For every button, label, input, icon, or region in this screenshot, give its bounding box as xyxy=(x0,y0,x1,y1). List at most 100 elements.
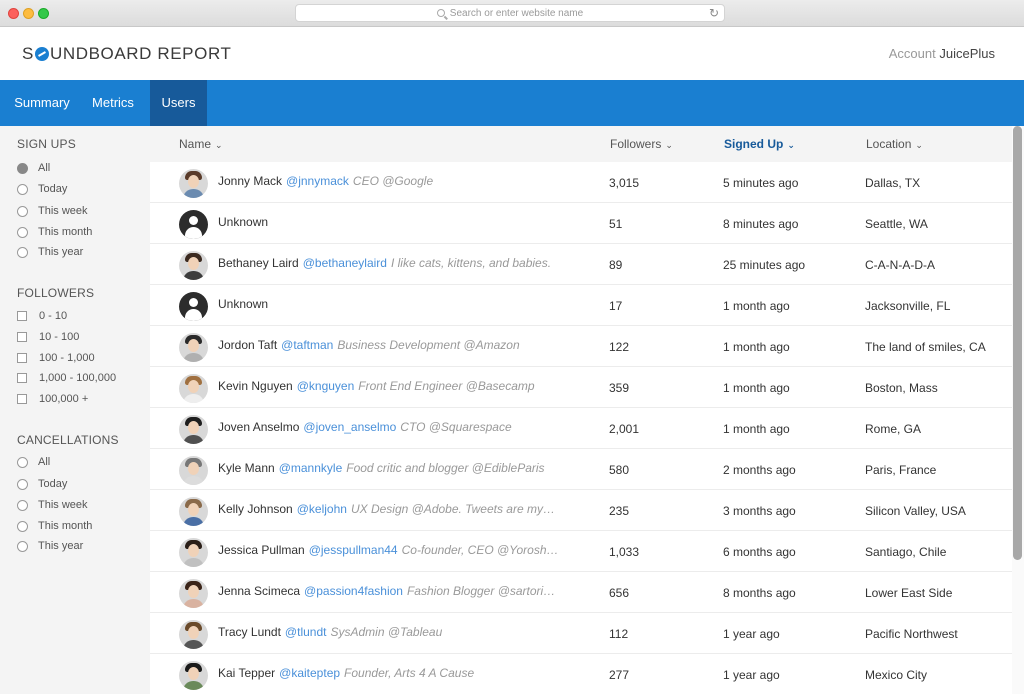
user-handle-link[interactable]: @passion4fashion xyxy=(304,584,403,598)
radio[interactable] xyxy=(17,456,28,468)
followers-option-1000-100000[interactable]: 1,000 - 100,000 xyxy=(17,372,116,384)
table-row[interactable]: Jonny Mack @jnnymack CEO @Google 3,015 5 min… xyxy=(150,162,1012,203)
user-name: Jessica Pullman xyxy=(218,543,305,557)
signups-option-all[interactable]: All xyxy=(17,162,50,174)
signups-option-today[interactable]: Today xyxy=(17,183,67,195)
avatar xyxy=(179,497,208,526)
users-table-header: Name ⌄ Followers ⌄ Signed Up ⌄ Location ⌄ xyxy=(150,126,1012,162)
table-row[interactable]: Bethaney Laird @bethaneylaird I like cats,… xyxy=(150,244,1012,285)
user-handle-link[interactable]: @kaiteptep xyxy=(279,666,340,680)
radio[interactable] xyxy=(17,205,28,217)
checkbox[interactable] xyxy=(17,353,27,363)
table-row[interactable]: Jordon Taft @taftman Business Development … xyxy=(150,326,1012,367)
user-handle-link[interactable]: @jnnymack xyxy=(286,174,349,188)
cancellations-option-this-year[interactable]: This year xyxy=(17,540,83,552)
scrollbar-thumb[interactable] xyxy=(1013,126,1022,560)
user-cell: Unknown xyxy=(218,215,598,229)
signed-up-time: 8 minutes ago xyxy=(723,217,799,231)
account-label: Account xyxy=(888,46,936,61)
location: Seattle, WA xyxy=(865,217,928,231)
signed-up-time: 1 month ago xyxy=(723,422,790,436)
radio[interactable] xyxy=(17,499,28,511)
user-cell: Bethaney Laird @bethaneylaird I like cats,… xyxy=(218,256,598,270)
cancellations-option-today[interactable]: Today xyxy=(17,478,67,490)
table-row[interactable]: Jenna Scimeca @passion4fashion Fashion Blo… xyxy=(150,572,1012,613)
followers-option-100-1000[interactable]: 100 - 1,000 xyxy=(17,352,95,364)
table-row[interactable]: Tracy Lundt @tlundt SysAdmin @Tableau 112 1 … xyxy=(150,613,1012,654)
signed-up-time: 1 month ago xyxy=(723,340,790,354)
user-cell: Kelly Johnson @keljohn UX Design @Adobe. T… xyxy=(218,502,598,516)
minimize-window-button[interactable] xyxy=(23,8,34,19)
signups-option-this-week[interactable]: This week xyxy=(17,205,88,217)
checkbox[interactable] xyxy=(17,394,27,404)
user-bio: Fashion Blogger @sartori… xyxy=(406,584,556,598)
column-header-name[interactable]: Name ⌄ xyxy=(179,137,223,151)
logo-prefix: S xyxy=(22,44,34,63)
signups-option-this-year[interactable]: This year xyxy=(17,246,83,258)
account-name: JuicePlus xyxy=(939,46,995,61)
radio[interactable] xyxy=(17,226,28,238)
tab-summary[interactable]: Summary xyxy=(0,80,84,126)
user-handle-link[interactable]: @mannkyle xyxy=(279,461,343,475)
app-logo[interactable]: S UNDBOARD REPORT xyxy=(22,44,232,64)
tab-metrics[interactable]: Metrics xyxy=(84,80,142,126)
radio[interactable] xyxy=(17,520,28,532)
tab-users[interactable]: Users xyxy=(150,80,207,126)
address-bar[interactable]: Search or enter website name ↻ xyxy=(295,4,725,22)
table-row[interactable]: Kelly Johnson @keljohn UX Design @Adobe. T… xyxy=(150,490,1012,531)
users-table-body: Jonny Mack @jnnymack CEO @Google 3,015 5 min… xyxy=(150,162,1012,694)
table-row[interactable]: Kai Tepper @kaiteptep Founder, Arts 4 A Ca… xyxy=(150,654,1012,694)
user-name: Tracy Lundt xyxy=(218,625,281,639)
user-handle-link[interactable]: @tlundt xyxy=(285,625,327,639)
table-row[interactable]: Unknown 51 8 minutes ago Seattle, WA xyxy=(150,203,1012,244)
avatar xyxy=(179,415,208,444)
user-cell: Tracy Lundt @tlundt SysAdmin @Tableau xyxy=(218,625,598,639)
table-row[interactable]: Unknown 17 1 month ago Jacksonville, FL xyxy=(150,285,1012,326)
cancellations-option-all[interactable]: All xyxy=(17,456,50,468)
user-handle-link[interactable]: @bethaneylaird xyxy=(303,256,387,270)
avatar xyxy=(179,661,208,690)
user-bio: CTO @Squarespace xyxy=(400,420,512,434)
radio[interactable] xyxy=(17,246,28,258)
maximize-window-button[interactable] xyxy=(38,8,49,19)
checkbox[interactable] xyxy=(17,311,27,321)
radio-selected[interactable] xyxy=(17,162,28,174)
user-handle-link[interactable]: @taftman xyxy=(281,338,333,352)
user-handle-link[interactable]: @joven_anselmo xyxy=(303,420,396,434)
user-handle-link[interactable]: @jesspullman44 xyxy=(309,543,398,557)
followers-option-100000-plus[interactable]: 100,000 + xyxy=(17,393,88,405)
checkbox[interactable] xyxy=(17,373,27,383)
followers-option-0-10[interactable]: 0 - 10 xyxy=(17,310,67,322)
cancellations-option-this-month[interactable]: This month xyxy=(17,520,92,532)
column-header-signed-up[interactable]: Signed Up ⌄ xyxy=(724,137,795,151)
table-row[interactable]: Kyle Mann @mannkyle Food critic and blogge… xyxy=(150,449,1012,490)
default-user-icon xyxy=(179,292,208,321)
avatar xyxy=(179,579,208,608)
user-handle-link[interactable]: @keljohn xyxy=(297,502,347,516)
column-header-location[interactable]: Location ⌄ xyxy=(866,137,923,151)
radio[interactable] xyxy=(17,478,28,490)
signed-up-time: 25 minutes ago xyxy=(723,258,806,272)
radio[interactable] xyxy=(17,540,28,552)
followers-count: 277 xyxy=(609,668,630,682)
signups-option-this-month[interactable]: This month xyxy=(17,226,92,238)
radio[interactable] xyxy=(17,183,28,195)
table-row[interactable]: Kevin Nguyen @knguyen Front End Engineer @… xyxy=(150,367,1012,408)
table-row[interactable]: Jessica Pullman @jesspullman44 Co-founder,… xyxy=(150,531,1012,572)
user-name: Kelly Johnson xyxy=(218,502,293,516)
user-bio: Co-founder, CEO @Yorosh… xyxy=(401,543,559,557)
account-menu[interactable]: Account JuicePlus xyxy=(889,46,995,61)
followers-count: 1,033 xyxy=(609,545,640,559)
checkbox[interactable] xyxy=(17,332,27,342)
avatar xyxy=(179,333,208,362)
cancellations-option-this-week[interactable]: This week xyxy=(17,499,88,511)
location: Lower East Side xyxy=(865,586,953,600)
followers-option-10-100[interactable]: 10 - 100 xyxy=(17,331,79,343)
close-window-button[interactable] xyxy=(8,8,19,19)
user-name: Unknown xyxy=(218,215,269,229)
reload-icon[interactable]: ↻ xyxy=(709,6,719,20)
user-handle-link[interactable]: @knguyen xyxy=(297,379,355,393)
column-header-followers[interactable]: Followers ⌄ xyxy=(610,137,673,151)
user-name: Jordon Taft xyxy=(218,338,278,352)
table-row[interactable]: Joven Anselmo @joven_anselmo CTO @Squaresp… xyxy=(150,408,1012,449)
